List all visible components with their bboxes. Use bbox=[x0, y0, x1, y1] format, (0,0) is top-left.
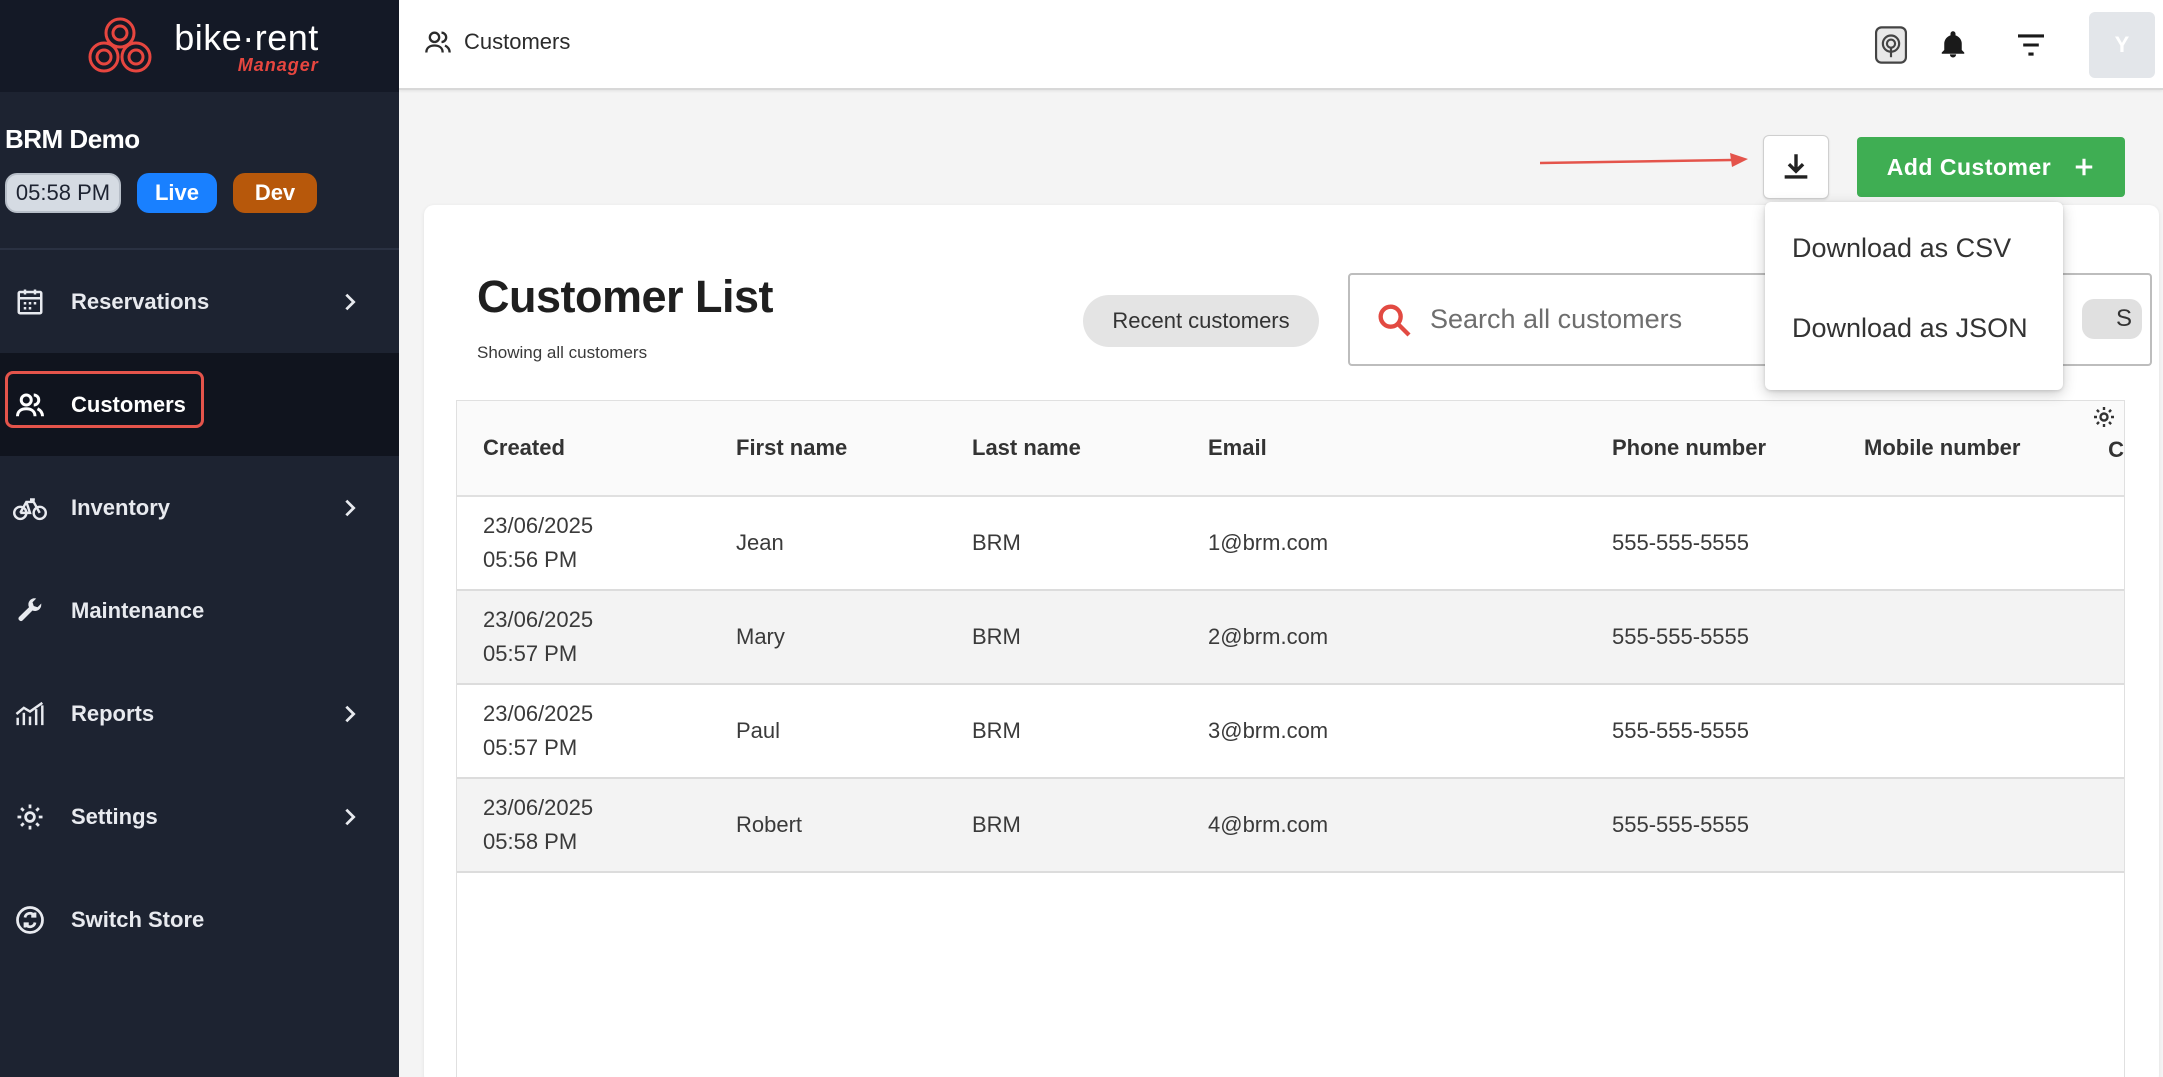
table-header-row: Created First name Last name Email Phone… bbox=[457, 401, 2124, 496]
recent-customers-chip[interactable]: Recent customers bbox=[1083, 295, 1319, 347]
dev-badge[interactable]: Dev bbox=[233, 173, 317, 213]
sidebar-item-inventory[interactable]: Inventory bbox=[0, 456, 399, 559]
avatar[interactable]: Y bbox=[2089, 12, 2155, 78]
column-settings-icon[interactable] bbox=[2092, 405, 2116, 429]
truncated-column-header: C bbox=[2108, 437, 2124, 462]
sidebar-item-label: Inventory bbox=[71, 494, 171, 520]
top-bar: Customers Y bbox=[399, 0, 2163, 90]
column-header-first-name[interactable]: First name bbox=[710, 401, 946, 496]
cell-first-name: Jean bbox=[736, 530, 784, 555]
highlight-box bbox=[5, 371, 204, 428]
cell-created: 23/06/2025 05:57 PM bbox=[483, 701, 594, 760]
cell-phone: 555-555-5555 bbox=[1612, 530, 1750, 555]
sidebar-item-maintenance[interactable]: Maintenance bbox=[0, 559, 399, 662]
chevron-right-icon bbox=[345, 499, 356, 516]
sidebar: bike·rent Manager BRM Demo 05:58 PM Live… bbox=[0, 0, 399, 1077]
cell-first-name: Mary bbox=[736, 624, 785, 649]
cell-mobile bbox=[1838, 590, 2124, 684]
sidebar-nav: Reservations Customers Inventory Mainten… bbox=[0, 250, 399, 971]
logo-subtitle: Manager bbox=[237, 54, 319, 75]
chevron-right-icon bbox=[345, 705, 356, 722]
column-header-created[interactable]: Created bbox=[457, 401, 710, 496]
cell-created: 23/06/2025 05:58 PM bbox=[483, 795, 594, 854]
page-subtitle: Showing all customers bbox=[477, 343, 648, 362]
customers-table: C Created First name Last name Email Pho… bbox=[456, 400, 2125, 1077]
beacon-icon[interactable] bbox=[1871, 25, 1911, 65]
download-csv-item[interactable]: Download as CSV bbox=[1765, 208, 2063, 288]
cell-phone: 555-555-5555 bbox=[1612, 624, 1750, 649]
cell-mobile bbox=[1838, 778, 2124, 872]
cell-created: 23/06/2025 05:56 PM bbox=[483, 513, 594, 572]
sidebar-item-label: Switch Store bbox=[71, 906, 205, 932]
column-header-email[interactable]: Email bbox=[1182, 401, 1586, 496]
switch-icon bbox=[12, 902, 48, 938]
download-button[interactable] bbox=[1763, 135, 1829, 199]
cell-email: 3@brm.com bbox=[1208, 718, 1329, 743]
logo-rings-icon bbox=[88, 17, 152, 73]
table-row[interactable]: 23/06/2025 05:57 PM Mary BRM 2@brm.com 5… bbox=[457, 590, 2124, 684]
bell-icon[interactable] bbox=[1933, 25, 1973, 65]
sidebar-item-reports[interactable]: Reports bbox=[0, 662, 399, 765]
download-json-item[interactable]: Download as JSON bbox=[1765, 288, 2063, 368]
table-row[interactable]: 23/06/2025 05:56 PM Jean BRM 1@brm.com 5… bbox=[457, 496, 2124, 590]
sidebar-item-reservations[interactable]: Reservations bbox=[0, 250, 399, 353]
sidebar-item-label: Reservations bbox=[71, 288, 210, 314]
cell-phone: 555-555-5555 bbox=[1612, 812, 1750, 837]
cell-last-name: BRM bbox=[972, 718, 1021, 743]
table-row[interactable]: 23/06/2025 05:58 PM Robert BRM 4@brm.com… bbox=[457, 778, 2124, 872]
breadcrumb: Customers bbox=[424, 28, 570, 56]
wrench-icon bbox=[12, 593, 48, 629]
search-filter-chip[interactable]: S bbox=[2082, 299, 2142, 339]
sidebar-item-switch-store[interactable]: Switch Store bbox=[0, 868, 399, 971]
sidebar-item-label: Maintenance bbox=[71, 597, 205, 623]
sidebar-item-label: Settings bbox=[71, 803, 158, 829]
annotation-arrow bbox=[1540, 153, 1748, 167]
cell-last-name: BRM bbox=[972, 624, 1021, 649]
cell-phone: 555-555-5555 bbox=[1612, 718, 1750, 743]
bike-icon bbox=[12, 490, 48, 526]
cell-first-name: Robert bbox=[736, 812, 803, 837]
calendar-icon bbox=[12, 284, 48, 320]
cell-last-name: BRM bbox=[972, 812, 1021, 837]
plus-icon bbox=[2075, 158, 2093, 176]
cell-last-name: BRM bbox=[972, 530, 1021, 555]
store-info: BRM Demo 05:58 PM Live Dev bbox=[0, 92, 399, 250]
breadcrumb-label: Customers bbox=[464, 29, 571, 54]
column-header-mobile[interactable]: Mobile number bbox=[1838, 401, 2124, 496]
users-icon bbox=[425, 31, 451, 53]
time-badge: 05:58 PM bbox=[5, 173, 121, 213]
add-customer-label: Add Customer bbox=[1886, 153, 2052, 180]
column-header-last-name[interactable]: Last name bbox=[946, 401, 1182, 496]
gear-icon bbox=[12, 799, 48, 835]
cell-mobile bbox=[1838, 496, 2124, 590]
table-row[interactable]: 23/06/2025 05:57 PM Paul BRM 3@brm.com 5… bbox=[457, 684, 2124, 778]
chevron-right-icon bbox=[345, 808, 356, 825]
cell-email: 2@brm.com bbox=[1208, 624, 1329, 649]
column-header-phone[interactable]: Phone number bbox=[1586, 401, 1838, 496]
logo[interactable]: bike·rent Manager bbox=[0, 0, 399, 92]
logo-title: bike·rent bbox=[174, 16, 319, 58]
sidebar-item-settings[interactable]: Settings bbox=[0, 765, 399, 868]
cell-email: 4@brm.com bbox=[1208, 812, 1329, 837]
page-title: Customer List bbox=[477, 271, 774, 322]
cell-mobile bbox=[1838, 684, 2124, 778]
sidebar-item-customers[interactable]: Customers bbox=[0, 353, 399, 456]
add-customer-button[interactable]: Add Customer bbox=[1857, 137, 2125, 197]
chevron-right-icon bbox=[345, 293, 356, 310]
chart-icon bbox=[12, 696, 48, 732]
sidebar-item-label: Reports bbox=[71, 700, 155, 726]
search-icon bbox=[1378, 304, 1411, 337]
live-badge[interactable]: Live bbox=[137, 173, 217, 213]
download-icon bbox=[1784, 154, 1808, 179]
cell-first-name: Paul bbox=[736, 718, 781, 743]
cell-email: 1@brm.com bbox=[1208, 530, 1329, 555]
download-menu: Download as CSV Download as JSON bbox=[1765, 202, 2063, 390]
filter-icon[interactable] bbox=[2011, 25, 2051, 65]
store-name: BRM Demo bbox=[5, 124, 140, 154]
cell-created: 23/06/2025 05:57 PM bbox=[483, 607, 594, 666]
